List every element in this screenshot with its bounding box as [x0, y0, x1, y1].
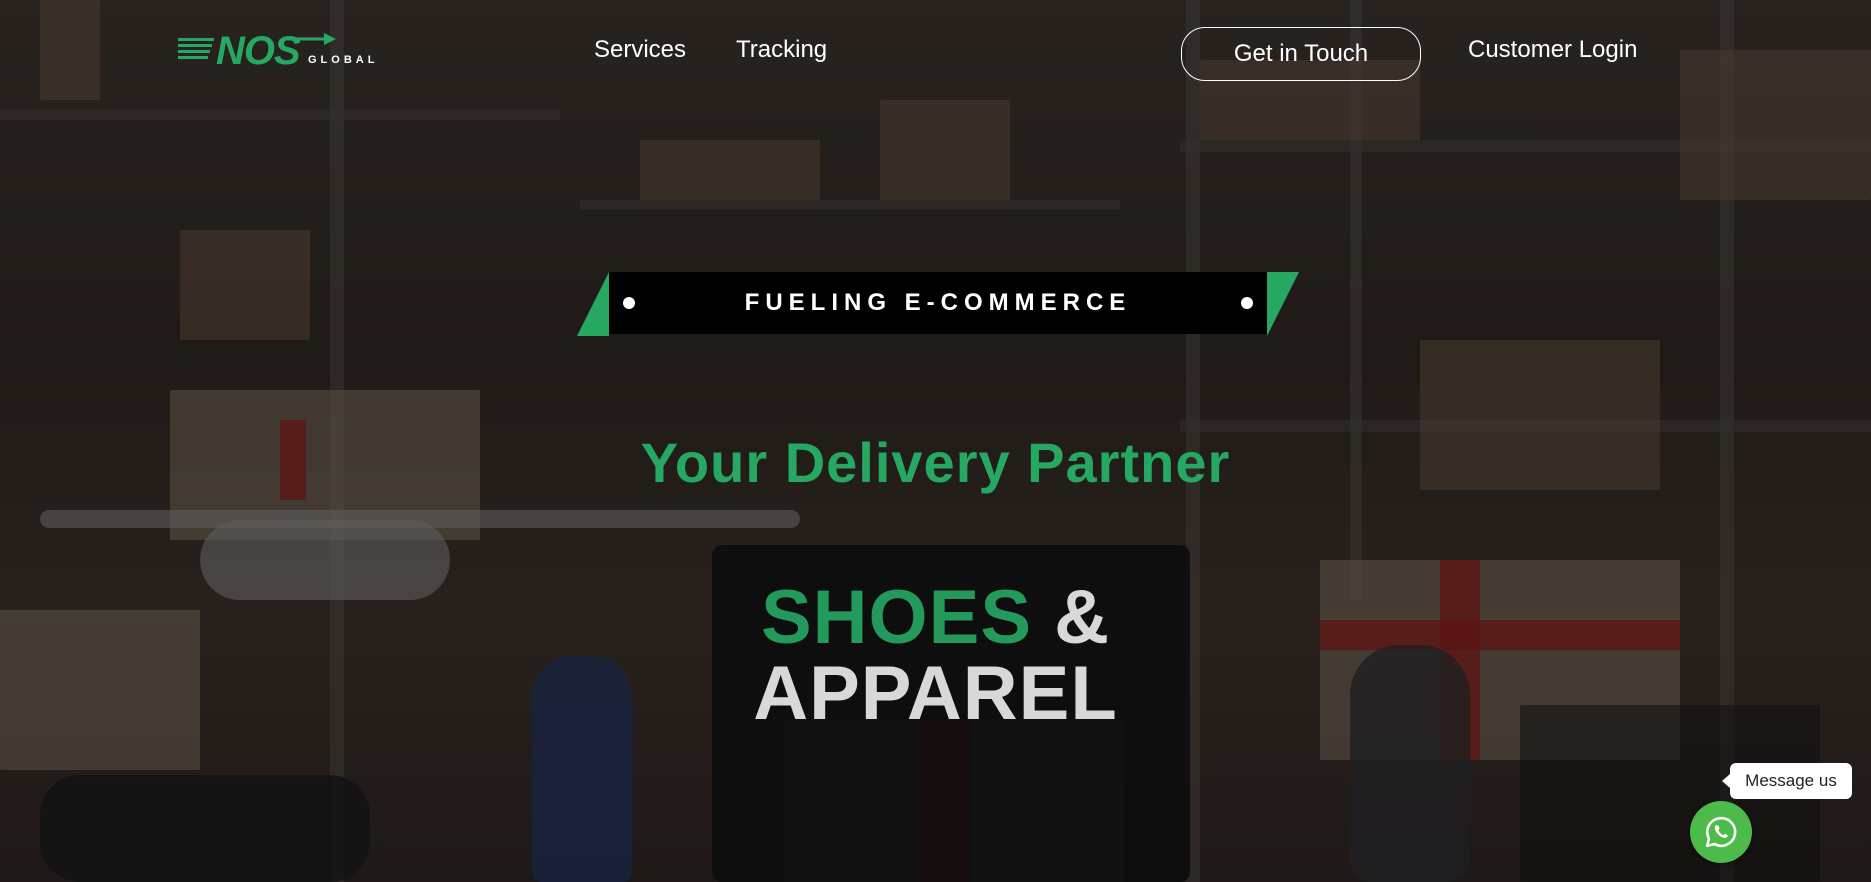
site-header: NOS GLOBAL Services Tracking Get in Touc…: [0, 0, 1871, 108]
banner-left-dot: [623, 297, 635, 309]
headline-ampersand: &: [1054, 575, 1111, 660]
nos-global-logo[interactable]: NOS GLOBAL: [178, 30, 390, 72]
hero-banner: FUELING E-COMMERCE: [577, 272, 1299, 336]
banner-text: FUELING E-COMMERCE: [744, 289, 1132, 316]
customer-login-link[interactable]: Customer Login: [1468, 36, 1637, 64]
headline-apparel: APPAREL: [753, 651, 1118, 736]
banner-right-accent-icon: [1267, 272, 1299, 336]
hero-headline: SHOES & APPAREL: [0, 580, 1871, 732]
message-us-label: Message us: [1745, 771, 1837, 790]
headline-shoes: SHOES: [760, 575, 1033, 660]
banner-left-accent-icon: [577, 272, 609, 336]
banner-box: FUELING E-COMMERCE: [609, 272, 1267, 334]
hero-tagline: Your Delivery Partner: [640, 431, 1231, 494]
logo-subtitle: GLOBAL: [308, 54, 379, 66]
message-us-bubble[interactable]: Message us: [1722, 763, 1852, 799]
logo-arrow-icon: [288, 33, 336, 45]
get-in-touch-label: Get in Touch: [1233, 40, 1369, 67]
whatsapp-chat-button[interactable]: [1690, 801, 1752, 863]
get-in-touch-button[interactable]: Get in Touch: [1181, 27, 1421, 81]
nav-services[interactable]: Services: [594, 36, 686, 64]
whatsapp-icon: [1705, 816, 1737, 848]
banner-right-dot: [1241, 297, 1253, 309]
nav-tracking[interactable]: Tracking: [736, 36, 827, 64]
